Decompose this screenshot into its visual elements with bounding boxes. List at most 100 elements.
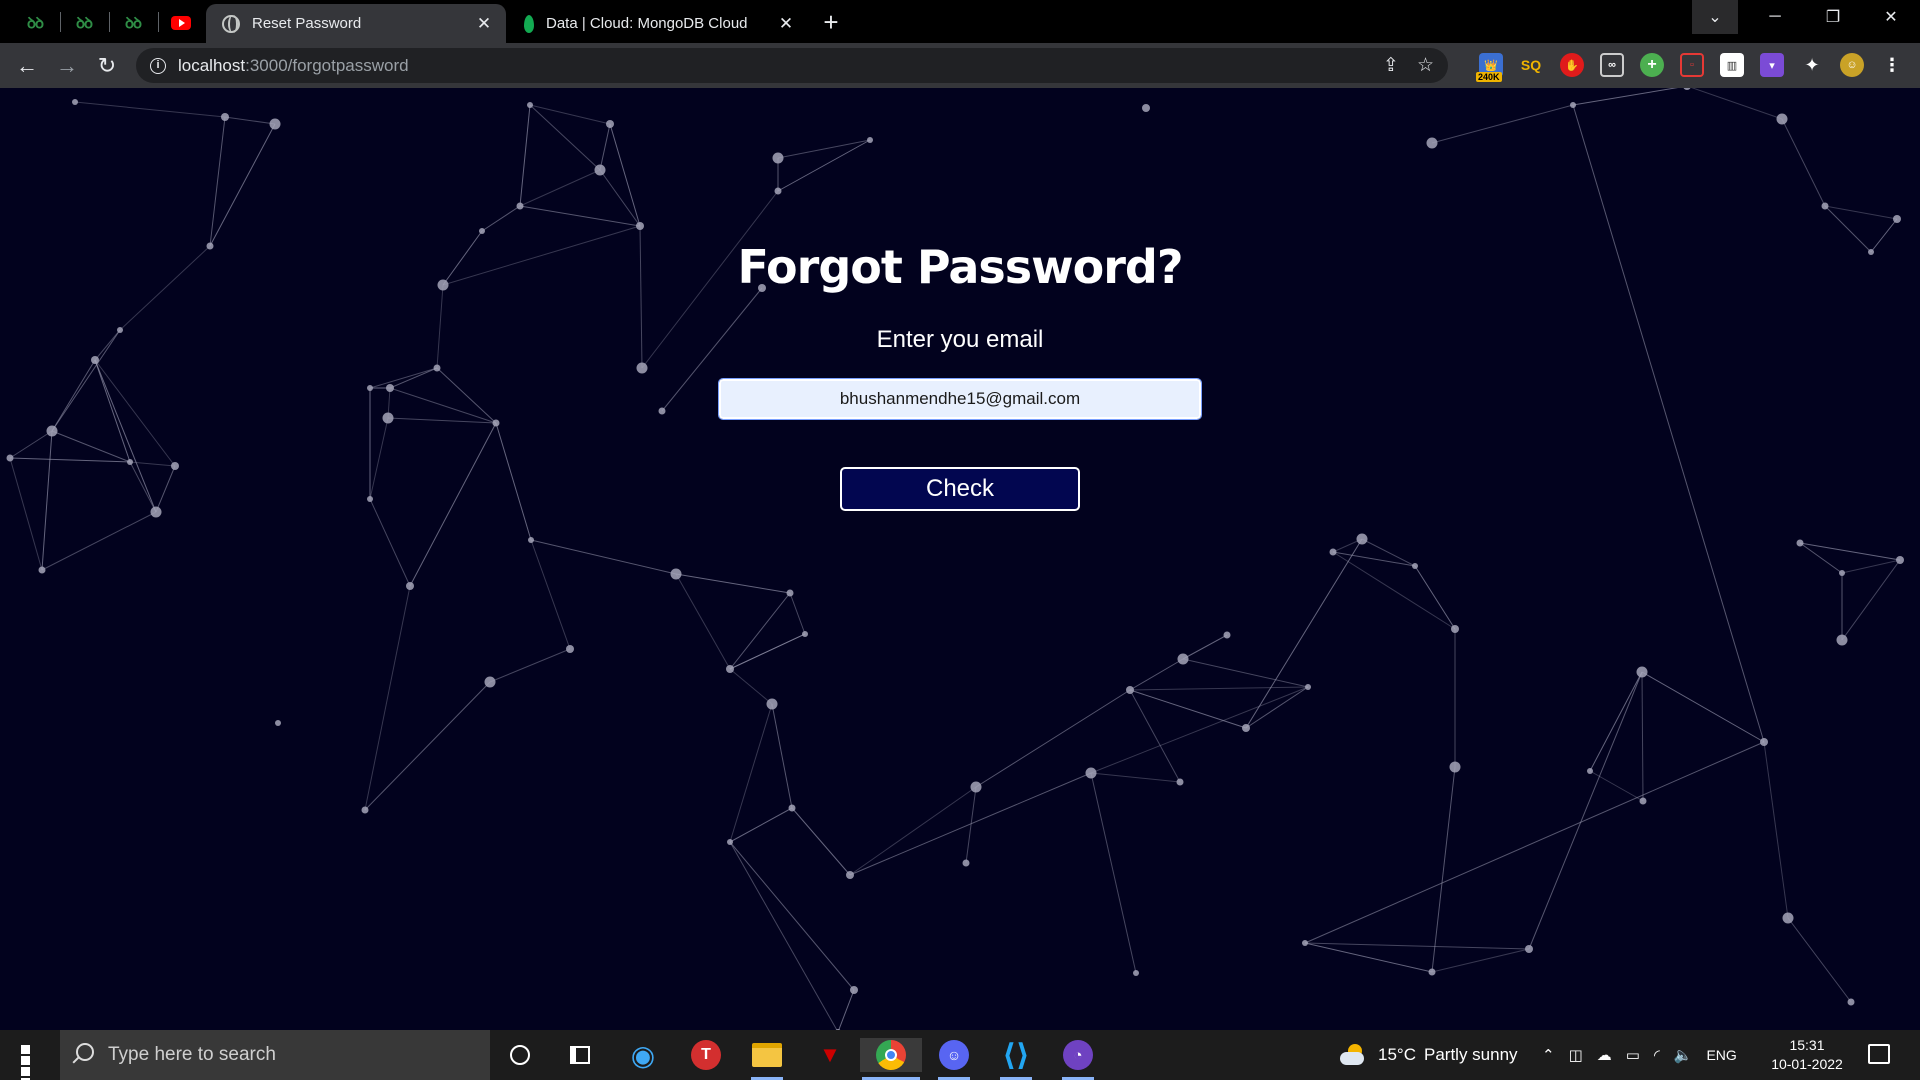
close-tab-icon[interactable]: ✕ — [774, 12, 798, 36]
taskbar-search-input[interactable]: Type here to search — [60, 1030, 490, 1080]
network-edge — [389, 387, 497, 424]
menu-kebab-icon[interactable]: ⋮ — [1880, 53, 1904, 77]
network-node — [606, 120, 614, 128]
network-node — [867, 137, 873, 143]
taskbar-clock[interactable]: 15:31 10-01-2022 — [1762, 1036, 1852, 1074]
network-edge — [675, 573, 791, 594]
volume-icon[interactable]: 🔈 — [1674, 1046, 1693, 1064]
bookmark-star-icon[interactable]: ☆ — [1417, 54, 1434, 77]
extension-glasses-icon[interactable]: ∞ — [1600, 53, 1624, 77]
cortana-icon[interactable] — [502, 1038, 538, 1072]
restore-icon[interactable]: ❐ — [1810, 0, 1856, 34]
minimize-icon[interactable]: ─ — [1752, 0, 1798, 34]
network-edge — [791, 807, 851, 876]
email-field[interactable] — [718, 378, 1202, 420]
network-node — [1305, 684, 1311, 690]
network-node — [1142, 104, 1150, 112]
network-node — [367, 496, 373, 502]
language-indicator[interactable]: ENG — [1706, 1047, 1736, 1063]
check-button[interactable]: Check — [840, 467, 1080, 511]
network-edge — [369, 498, 411, 587]
network-edge — [1090, 772, 1137, 974]
network-edge — [1589, 671, 1643, 772]
file-explorer-icon[interactable] — [749, 1038, 785, 1080]
network-node — [171, 462, 179, 470]
new-tab-button[interactable]: + — [816, 8, 846, 38]
network-edge — [1589, 770, 1644, 802]
profile-avatar[interactable]: ☺ — [1840, 53, 1864, 77]
network-node — [1426, 137, 1438, 149]
battery-icon[interactable]: ▭ — [1626, 1046, 1640, 1064]
particle-network-background — [6, 88, 1904, 1030]
network-edge — [1763, 741, 1789, 919]
task-view-icon[interactable] — [562, 1038, 598, 1072]
network-node — [1176, 778, 1184, 786]
windows-start-icon[interactable] — [10, 1042, 50, 1080]
tray-overflow-chevron-icon[interactable]: ⌃ — [1542, 1046, 1555, 1064]
tab-reset-password[interactable]: Reset Password ✕ — [206, 4, 506, 43]
notification-center-icon[interactable] — [1868, 1044, 1890, 1064]
close-tab-icon[interactable]: ✕ — [472, 12, 496, 36]
extension-chart-icon[interactable]: ▥ — [1720, 53, 1744, 77]
edge-browser-icon[interactable]: ◉ — [625, 1038, 661, 1072]
network-node — [38, 566, 46, 574]
weather-widget[interactable]: 15°C Partly sunny — [1340, 1030, 1518, 1080]
chrome-icon[interactable] — [860, 1038, 922, 1080]
network-node — [1836, 634, 1848, 646]
pinned-tab-geeksforgeeks-3[interactable]: ꝺꝺ — [110, 4, 156, 42]
network-edge — [41, 511, 157, 571]
network-node — [1821, 202, 1829, 210]
site-info-icon[interactable]: i — [150, 57, 166, 74]
back-arrow-icon[interactable]: ← — [11, 50, 43, 82]
network-edge — [1641, 671, 1644, 802]
discord-icon[interactable]: ☺ — [936, 1038, 972, 1080]
mongodb-leaf-icon — [524, 14, 534, 33]
tab-title: Data | Cloud: MongoDB Cloud — [546, 15, 748, 32]
extensions-puzzle-icon[interactable]: ✦ — [1800, 53, 1824, 77]
pinned-tab-youtube[interactable] — [158, 4, 204, 42]
network-edge — [409, 422, 497, 587]
network-edge — [771, 703, 793, 809]
extension-plus-icon[interactable]: + — [1640, 53, 1664, 77]
reload-icon[interactable]: ↻ — [91, 50, 123, 82]
app-t-icon[interactable]: T — [688, 1038, 724, 1072]
forward-arrow-icon[interactable]: → — [51, 50, 83, 82]
network-edge — [519, 104, 531, 207]
weather-temperature: 15°C — [1378, 1045, 1416, 1064]
github-desktop-icon[interactable]: ◔ — [1060, 1038, 1096, 1080]
vscode-icon[interactable]: ⟨⟩ — [998, 1038, 1034, 1080]
extension-purple-icon[interactable]: ▾ — [1760, 53, 1784, 77]
tab-search-chevron-icon[interactable]: ⌄ — [1692, 0, 1738, 34]
network-node — [1839, 570, 1845, 576]
network-edge — [387, 417, 497, 424]
close-window-icon[interactable]: ✕ — [1868, 0, 1914, 34]
network-edge — [1787, 917, 1852, 1003]
network-edge — [1799, 542, 1843, 574]
network-edge — [364, 585, 411, 811]
network-node — [1356, 533, 1368, 545]
network-node — [528, 537, 534, 543]
extension-adblock-icon[interactable]: ✋ — [1560, 53, 1584, 77]
network-edge — [1304, 741, 1765, 944]
network-node — [1242, 724, 1250, 732]
predator-sense-icon[interactable]: ▼ — [812, 1038, 848, 1072]
network-edge — [519, 205, 641, 227]
network-node — [269, 118, 281, 130]
network-node — [658, 407, 666, 415]
weather-condition: Partly sunny — [1423, 1045, 1518, 1064]
network-node — [1449, 761, 1461, 773]
share-icon[interactable]: ⇪ — [1383, 54, 1399, 77]
onedrive-cloud-icon[interactable]: ☁ — [1597, 1046, 1612, 1064]
tab-mongodb-cloud[interactable]: Data | Cloud: MongoDB Cloud ✕ — [508, 4, 808, 43]
network-edge — [481, 205, 521, 232]
extension-red-square-icon[interactable]: ▫ — [1680, 53, 1704, 77]
wifi-icon[interactable]: ◜ — [1654, 1046, 1660, 1064]
extension-sq-icon[interactable]: SQ — [1519, 53, 1543, 77]
address-bar[interactable]: i localhost:3000/forgotpassword ⇪ ☆ — [136, 48, 1448, 83]
meet-now-icon[interactable]: ◫ — [1569, 1046, 1583, 1064]
network-node — [1796, 539, 1804, 547]
pinned-tab-geeksforgeeks-1[interactable]: ꝺꝺ — [12, 4, 58, 42]
network-node — [1847, 998, 1855, 1006]
network-edge — [599, 123, 611, 171]
pinned-tab-geeksforgeeks-2[interactable]: ꝺꝺ — [61, 4, 107, 42]
